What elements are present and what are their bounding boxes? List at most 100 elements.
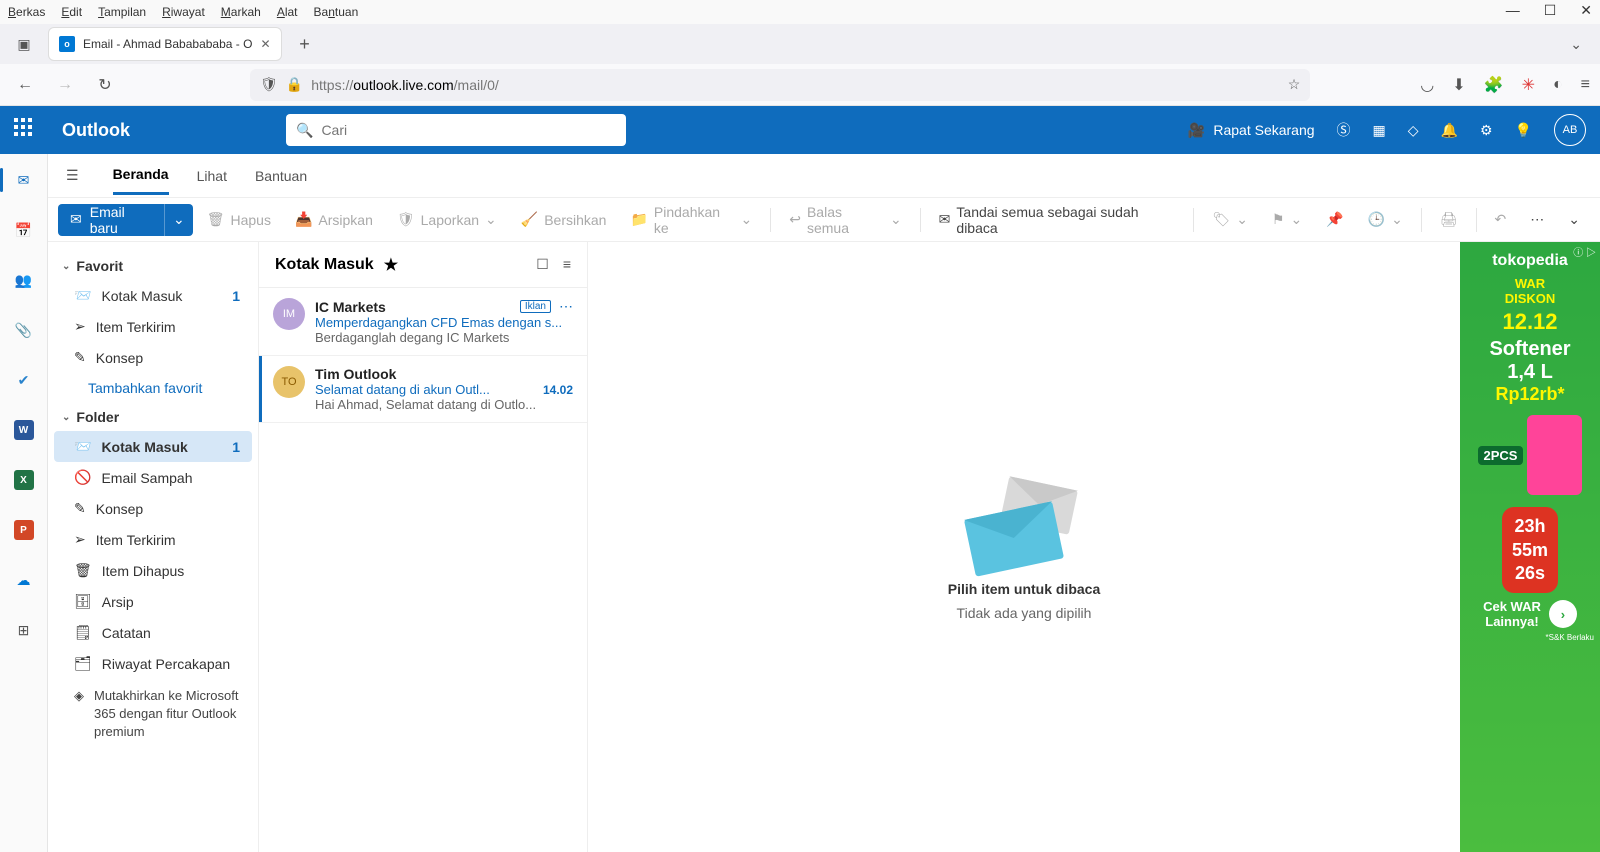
more-apps-rail-icon[interactable]: ⊞	[8, 614, 40, 646]
search-input[interactable]	[321, 122, 616, 138]
window-maximize[interactable]: ☐	[1544, 2, 1557, 19]
fav-drafts[interactable]: ✎Konsep	[54, 342, 252, 373]
undo-icon: ↶	[1495, 211, 1507, 228]
shield-icon[interactable]: 🛡	[260, 76, 278, 93]
select-mode-icon[interactable]: ☐	[536, 256, 549, 273]
folder-junk[interactable]: 🚫Email Sampah	[54, 462, 252, 493]
menu-riwayat[interactable]: Riwayat	[162, 5, 205, 19]
folder-sent[interactable]: ➢Item Terkirim	[54, 524, 252, 555]
new-mail-button[interactable]: ✉Email baru ⌄	[58, 204, 193, 236]
ad-prod2: 1,4 L	[1507, 361, 1553, 384]
menu-berkas[interactable]: Berkas	[8, 5, 45, 19]
tab-beranda[interactable]: Beranda	[113, 156, 169, 195]
folder-deleted[interactable]: 🗑Item Dihapus	[54, 555, 252, 586]
star-icon[interactable]: ★	[384, 255, 398, 275]
menu-alat[interactable]: Alat	[277, 5, 298, 19]
ad-date: 12.12	[1502, 310, 1557, 334]
menu-edit[interactable]: Edit	[61, 5, 82, 19]
upgrade-link[interactable]: ◈Mutakhirkan ke Microsoft 365 dengan fit…	[54, 679, 252, 750]
archive-button: 📥Arsipkan	[285, 204, 383, 236]
more-button[interactable]: ⋯	[1520, 204, 1554, 236]
new-tab-button[interactable]: +	[290, 34, 320, 55]
todo-rail-icon[interactable]: ✔	[8, 364, 40, 396]
favorit-section[interactable]: ⌄Favorit	[54, 252, 252, 280]
sidebar-toggle-icon[interactable]: ▣	[8, 28, 40, 60]
ad-label: Iklan	[520, 300, 551, 313]
address-bar[interactable]: 🛡 🔒 https://outlook.live.com/mail/0/ ☆	[250, 69, 1310, 101]
message-item[interactable]: TO Tim Outlook Selamat datang di akun Ou…	[259, 356, 587, 423]
menu-tampilan[interactable]: Tampilan	[98, 5, 146, 19]
reload-button[interactable]: ↻	[90, 70, 120, 100]
ad-more-icon[interactable]: ⋯	[559, 298, 573, 315]
extensions-icon[interactable]: 🧩	[1484, 75, 1504, 95]
tab-bantuan[interactable]: Bantuan	[255, 158, 307, 194]
tips-icon[interactable]: 💡	[1515, 122, 1532, 139]
ad-cta[interactable]: Cek WARLainnya! ›	[1483, 599, 1577, 629]
mail-rail-icon[interactable]: ✉	[8, 164, 40, 196]
powerpoint-rail-icon[interactable]: P	[8, 514, 40, 546]
onedrive-rail-icon[interactable]: ☁	[8, 564, 40, 596]
skype-icon[interactable]: Ⓢ	[1337, 120, 1351, 140]
menu-bantuan[interactable]: Bantuan	[314, 5, 359, 19]
preview: Hai Ahmad, Selamat datang di Outlo...	[315, 397, 573, 412]
inbox-title: Kotak Masuk	[275, 256, 374, 274]
folder-archive[interactable]: 🗄Arsip	[54, 586, 252, 617]
add-favorite-link[interactable]: Tambahkan favorit	[54, 373, 252, 403]
ad-panel[interactable]: ⓘ ▷ tokopedia WAR DISKON 12.12 Softener …	[1460, 242, 1600, 852]
fav-inbox[interactable]: 📨Kotak Masuk1	[54, 280, 252, 311]
meet-now-button[interactable]: 🎥Rapat Sekarang	[1188, 122, 1315, 139]
filter-icon[interactable]: ≡	[563, 256, 571, 273]
notifications-icon[interactable]: 🔔	[1441, 122, 1458, 139]
bookmark-star-icon[interactable]: ☆	[1288, 76, 1301, 93]
folder-conversation-history[interactable]: 🗂Riwayat Percakapan	[54, 648, 252, 679]
settings-icon[interactable]: ⚙	[1480, 122, 1493, 139]
window-close[interactable]: ✕	[1580, 2, 1592, 19]
collapse-ribbon-icon[interactable]: ⌄	[1558, 204, 1590, 236]
sweep-button: 🧹Bersihkan	[511, 204, 617, 236]
folder-notes[interactable]: 🗒Catatan	[54, 617, 252, 648]
files-rail-icon[interactable]: 📎	[8, 314, 40, 346]
back-button[interactable]: ←	[10, 70, 40, 100]
calendar-rail-icon[interactable]: 📅	[8, 214, 40, 246]
menu-markah[interactable]: Markah	[221, 5, 261, 19]
preview: Berdaganglah degang IC Markets	[315, 330, 573, 345]
ad-pcs: 2PCS	[1478, 446, 1524, 465]
hamburger-icon[interactable]: ☰	[66, 167, 79, 184]
account-avatar[interactable]: AB	[1554, 114, 1586, 146]
teams-icon[interactable]: ▦	[1373, 122, 1386, 139]
draft-icon: ✎	[74, 500, 86, 517]
pocket-icon[interactable]: ◡	[1420, 75, 1434, 95]
browser-tab[interactable]: o Email - Ahmad Bababababa - O ✕	[48, 27, 282, 61]
print-icon: 🖨	[1440, 211, 1458, 228]
archive-icon: 📥	[295, 211, 312, 228]
ad-message-item[interactable]: IM IC MarketsIklan⋯ Memperdagangkan CFD …	[259, 288, 587, 356]
app-launcher-icon[interactable]	[14, 118, 38, 142]
ad-price: Rp12rb*	[1495, 384, 1564, 405]
folder-move-icon: 📁	[630, 211, 647, 228]
search-icon: 🔍	[296, 122, 313, 139]
tabs-dropdown-icon[interactable]: ⌄	[1560, 36, 1592, 53]
tab-close-icon[interactable]: ✕	[260, 37, 270, 51]
search-box[interactable]: 🔍	[286, 114, 626, 146]
ad-war: WAR	[1515, 276, 1545, 291]
outlook-premium-icon[interactable]: ◇	[1408, 122, 1419, 139]
tab-lihat[interactable]: Lihat	[197, 158, 227, 194]
mark-read-button[interactable]: ✉Tandai semua sebagai sudah dibaca	[929, 204, 1186, 236]
people-rail-icon[interactable]: 👥	[8, 264, 40, 296]
downloads-icon[interactable]: ⬇	[1452, 75, 1465, 95]
fav-sent[interactable]: ➢Item Terkirim	[54, 311, 252, 342]
window-minimize[interactable]: —	[1506, 2, 1520, 19]
addon-icon[interactable]: ✳	[1522, 75, 1535, 95]
folder-drafts[interactable]: ✎Konsep	[54, 493, 252, 524]
new-mail-dropdown[interactable]: ⌄	[164, 204, 193, 236]
account-icon[interactable]: ◐	[1553, 76, 1563, 94]
menu-icon[interactable]: ≡	[1581, 76, 1590, 94]
ad-timer: 23h55m26s	[1502, 507, 1558, 593]
excel-rail-icon[interactable]: X	[8, 464, 40, 496]
diamond-icon: ◈	[74, 687, 84, 742]
folder-section[interactable]: ⌄Folder	[54, 403, 252, 431]
ad-info-icon[interactable]: ⓘ ▷	[1573, 244, 1596, 259]
word-rail-icon[interactable]: W	[8, 414, 40, 446]
lock-icon[interactable]: 🔒	[286, 76, 303, 93]
folder-inbox[interactable]: 📨Kotak Masuk1	[54, 431, 252, 462]
